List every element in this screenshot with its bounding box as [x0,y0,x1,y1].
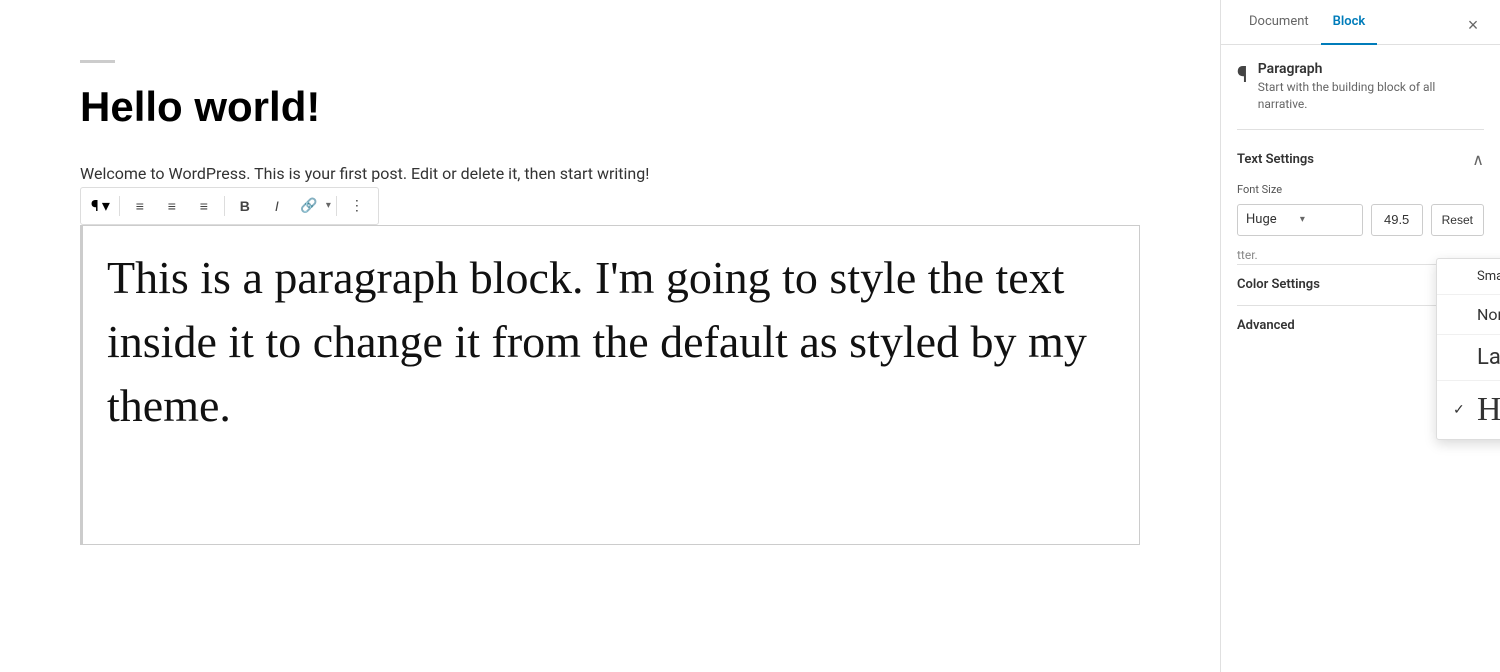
font-size-dropdown: Small Normal Large ✓ Huge [1436,258,1500,440]
advanced-settings-title: Advanced [1237,318,1295,333]
toolbar-divider-3 [336,196,337,216]
align-center-button[interactable]: ≡ [157,192,187,220]
normal-option-label: Normal [1477,305,1500,324]
link-button[interactable]: 🔗 [294,192,324,220]
font-size-option-small[interactable]: Small [1437,259,1500,295]
block-info-text: Paragraph Start with the building block … [1258,61,1484,113]
link-arrow: ▾ [326,200,331,211]
large-option-label: Large [1477,345,1500,370]
tab-document[interactable]: Document [1237,0,1321,45]
font-size-number-input[interactable] [1371,204,1423,236]
italic-icon: I [275,198,279,214]
sidebar-close-button[interactable]: × [1458,10,1488,40]
font-size-option-huge[interactable]: ✓ Huge [1437,381,1500,439]
block-info: ¶ Paragraph Start with the building bloc… [1237,61,1484,130]
block-description: Start with the building block of all nar… [1258,79,1484,113]
block-toolbar: ¶ ▾ ≡ ≡ ≡ B I 🔗 ▾ [80,187,379,225]
block-paragraph-icon: ¶ [1237,63,1248,88]
post-title[interactable]: Hello world! [80,83,1140,131]
title-separator [80,60,115,63]
text-settings-header: Text Settings ∧ [1237,150,1484,169]
font-size-selected-value: Huge [1246,212,1300,227]
sidebar: Document Block × ¶ Paragraph Start with … [1220,0,1500,672]
huge-check: ✓ [1453,402,1469,418]
font-size-reset-button[interactable]: Reset [1431,204,1484,236]
editor-area: Hello world! Welcome to WordPress. This … [0,0,1220,672]
align-center-icon: ≡ [168,198,176,214]
font-size-option-normal[interactable]: Normal [1437,295,1500,335]
huge-option-label: Huge [1477,391,1500,429]
text-settings-title: Text Settings [1237,152,1314,167]
bold-icon: B [240,198,250,214]
align-right-button[interactable]: ≡ [189,192,219,220]
paragraph-icon: ¶ [91,196,99,215]
paragraph-type-dropdown[interactable]: ¶ ▾ [87,192,114,220]
color-settings-title: Color Settings [1237,277,1320,292]
paragraph-text[interactable]: This is a paragraph block. I'm going to … [107,246,1115,439]
font-size-row: Huge ▾ Reset [1237,204,1484,236]
font-size-select[interactable]: Huge ▾ [1237,204,1363,236]
dropdown-arrow: ▾ [102,196,110,215]
align-right-icon: ≡ [200,198,208,214]
font-size-label: Font Size [1237,183,1484,196]
align-left-button[interactable]: ≡ [125,192,155,220]
bold-button[interactable]: B [230,192,260,220]
welcome-text[interactable]: Welcome to WordPress. This is your first… [80,161,1140,187]
link-icon: 🔗 [300,197,317,214]
block-name: Paragraph [1258,61,1484,77]
more-options-icon: ⋮ [350,197,364,214]
font-size-option-large[interactable]: Large [1437,335,1500,381]
small-option-label: Small [1477,269,1500,284]
italic-button[interactable]: I [262,192,292,220]
font-size-chevron-icon: ▾ [1300,214,1354,225]
toolbar-divider-2 [224,196,225,216]
align-left-icon: ≡ [136,198,144,214]
text-settings-chevron[interactable]: ∧ [1472,150,1484,169]
more-options-button[interactable]: ⋮ [342,192,372,220]
paragraph-block[interactable]: This is a paragraph block. I'm going to … [80,225,1140,545]
welcome-paragraph-block: Welcome to WordPress. This is your first… [80,161,1140,545]
tab-block[interactable]: Block [1321,0,1378,45]
toolbar-divider-1 [119,196,120,216]
sidebar-tabs: Document Block × [1221,0,1500,45]
text-settings-section: Text Settings ∧ Font Size Huge ▾ Reset t… [1237,150,1484,264]
